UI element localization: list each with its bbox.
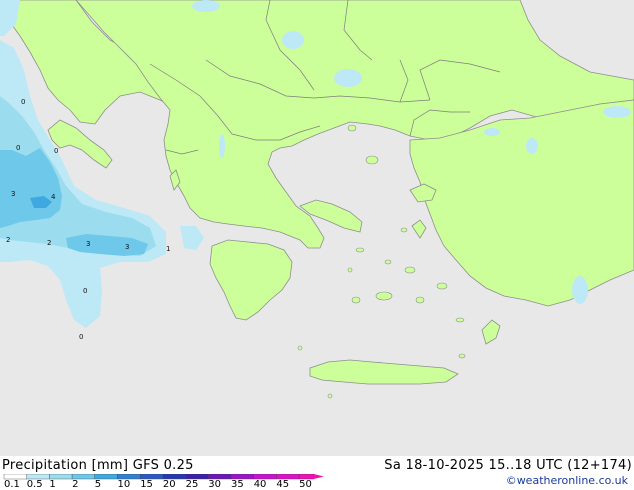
precip-label: 4: [51, 193, 56, 201]
legend-tick-label: 45: [276, 479, 289, 488]
precip-label: 0: [83, 287, 87, 295]
legend-tick-label: 50: [299, 479, 312, 488]
precipitation-map[interactable]: 0 0 0 3 4 2 2 3 3 1 0 0: [0, 0, 634, 456]
peloponnese: [209, 239, 293, 321]
chios: [411, 219, 427, 239]
precip-label: 3: [11, 190, 15, 198]
valid-time: Sa 18-10-2025 15..18 UTC (12+174): [384, 458, 632, 473]
precip-label: 2: [47, 239, 51, 247]
legend-tick-label: 0.1: [4, 479, 20, 488]
precip-label: 3: [125, 243, 129, 251]
footer-bar: Precipitation [mm] GFS 0.25 Sa 18-10-202…: [0, 456, 634, 490]
legend-ticks: 0.1 0.5 1 2 5 10 15 20 25 30 35 40 45 50: [4, 479, 312, 488]
legend-tick-label: 10: [118, 479, 131, 488]
precip-label: 3: [86, 240, 90, 248]
legend-tick-label: 30: [208, 479, 221, 488]
precip-label: 0: [16, 144, 20, 152]
legend-tick-label: 1: [49, 479, 55, 488]
precip-label: 2: [6, 236, 10, 244]
rhodes: [481, 319, 501, 345]
precip-label: 0: [21, 98, 25, 106]
precip-label: 0: [79, 333, 83, 341]
legend-tick-label: 2: [72, 479, 78, 488]
color-legend: 0.1 0.5 1 2 5 10 15 20 25 30 35 40 45 50: [2, 474, 332, 488]
credit-link[interactable]: ©weatheronline.co.uk: [506, 474, 628, 487]
legend-tick-label: 40: [254, 479, 267, 488]
legend-tick-label: 5: [95, 479, 101, 488]
map-title: Precipitation [mm] GFS 0.25: [2, 458, 194, 473]
legend-tick-label: 15: [140, 479, 153, 488]
legend-tick-label: 20: [163, 479, 176, 488]
legend-tick-label: 0.5: [27, 479, 43, 488]
legend-tick-label: 35: [231, 479, 244, 488]
precip-label: 0: [54, 147, 58, 155]
crete: [309, 359, 459, 385]
legend-tick-label: 25: [186, 479, 199, 488]
legend-arrow: [313, 474, 324, 479]
precip-label: 1: [166, 245, 170, 253]
